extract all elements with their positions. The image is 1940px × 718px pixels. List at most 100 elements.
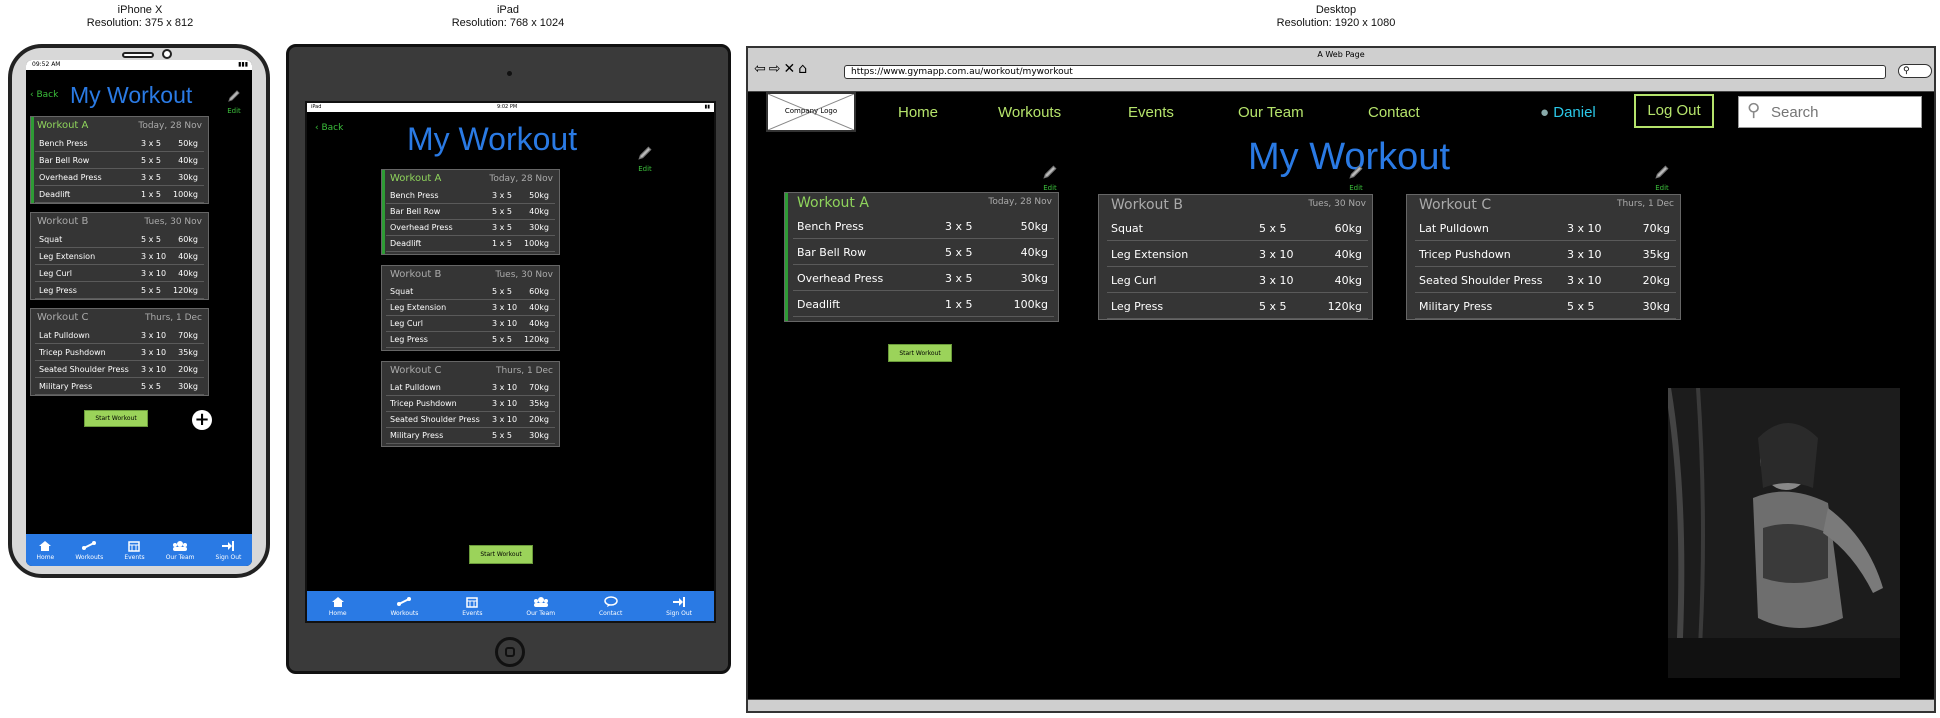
exercise-weight: 70kg <box>529 383 549 392</box>
exercise-name: Bench Press <box>39 138 88 148</box>
status-time: 9:02 PM <box>497 104 518 110</box>
pencil-icon <box>1349 165 1363 179</box>
company-logo[interactable]: Company Logo <box>766 92 856 132</box>
exercise-name: Military Press <box>390 431 444 440</box>
workout-card[interactable]: Workout C Thurs, 1 Dec Lat Pulldown 3 x 10 7… <box>1406 194 1681 320</box>
browser-search-icon[interactable]: ⚲ <box>1898 64 1932 78</box>
tab-team[interactable]: Our Team <box>166 540 194 561</box>
home-button-square <box>505 647 515 657</box>
exercise-row: Tricep Pushdown 3 x 10 35kg <box>386 396 555 412</box>
exercise-row: Military Press 5 x 5 30kg <box>386 428 555 444</box>
exercise-name: Leg Curl <box>1111 273 1157 287</box>
exercise-name: Overhead Press <box>390 223 453 232</box>
exercise-weight: 35kg <box>1642 247 1670 261</box>
exercise-sets: 3 x 5 <box>945 219 973 233</box>
edit-button[interactable]: Edit <box>633 145 657 173</box>
nav-events[interactable]: Events <box>1128 104 1174 121</box>
exercise-sets: 3 x 5 <box>945 271 973 285</box>
sign-out-icon <box>672 596 686 608</box>
exercise-name: Bar Bell Row <box>39 155 90 165</box>
back-link[interactable]: ‹ Back <box>315 123 343 133</box>
workout-card[interactable]: Workout A Today, 28 Nov Bench Press 3 x 5 50… <box>30 116 209 204</box>
workout-card-header: Workout A Today, 28 Nov <box>31 117 208 135</box>
exercise-weight: 40kg <box>529 207 549 216</box>
exercise-sets: 3 x 10 <box>492 383 518 392</box>
user-menu[interactable]: ● Daniel <box>1540 104 1596 121</box>
edit-button[interactable]: Edit <box>1650 164 1674 192</box>
nav-workouts[interactable]: Workouts <box>998 104 1061 121</box>
device-name: iPhone X <box>117 4 163 16</box>
workout-card[interactable]: Workout B Tues, 30 Nov Squat 5 x 5 60kg Leg E… <box>1098 194 1373 320</box>
workout-date: Today, 28 Nov <box>988 197 1052 207</box>
search-field[interactable]: ⚲ <box>1738 96 1922 128</box>
workout-date: Thurs, 1 Dec <box>1616 199 1674 209</box>
tab-label: Contact <box>598 609 623 617</box>
workout-card[interactable]: Workout C Thurs, 1 Dec Lat Pulldown 3 x 10 7… <box>30 308 209 396</box>
close-icon[interactable]: ✕ <box>783 61 798 77</box>
exercise-weight: 35kg <box>529 399 549 408</box>
edit-button[interactable]: Edit <box>1344 164 1368 192</box>
device-name: Desktop <box>1315 4 1357 16</box>
exercise-sets: 5 x 5 <box>1259 221 1287 235</box>
exercise-row: Bar Bell Row 5 x 5 40kg <box>793 239 1054 265</box>
forward-arrow-icon[interactable]: ⇨ <box>769 61 784 77</box>
exercise-weight: 35kg <box>178 347 198 357</box>
exercise-row: Bar Bell Row 5 x 5 40kg <box>386 204 555 220</box>
exercise-name: Squat <box>39 234 63 244</box>
logout-button[interactable]: Log Out <box>1634 94 1714 128</box>
exercise-name: Tricep Pushdown <box>390 399 457 408</box>
tab-events[interactable]: Events <box>124 540 145 561</box>
home-button[interactable] <box>495 637 525 667</box>
tab-events[interactable]: Events <box>462 596 483 617</box>
search-input[interactable] <box>1771 104 1911 121</box>
workout-card[interactable]: Workout C Thurs, 1 Dec Lat Pulldown 3 x 10 7… <box>381 361 560 447</box>
add-workout-button[interactable]: + <box>192 410 212 430</box>
back-arrow-icon[interactable]: ⇦ <box>754 61 769 77</box>
tab-bar: Home Workouts Events Our Team Contact Sign Ou… <box>307 591 714 621</box>
exercise-sets: 5 x 5 <box>141 234 161 244</box>
exercise-sets: 5 x 5 <box>945 245 973 259</box>
tab-home[interactable]: Home <box>329 596 347 617</box>
edit-button[interactable]: Edit <box>222 88 246 115</box>
start-workout-button[interactable]: Start Workout <box>888 344 952 362</box>
exercise-name: Deadlift <box>797 297 841 311</box>
logo-text: Company Logo <box>784 107 838 115</box>
tab-home[interactable]: Home <box>37 540 54 561</box>
exercise-row: Lat Pulldown 3 x 10 70kg <box>386 380 555 396</box>
exercise-name: Squat <box>1111 221 1143 235</box>
nav-our-team[interactable]: Our Team <box>1238 104 1304 121</box>
back-label: Back <box>321 123 344 133</box>
device-resolution: Resolution: 1920 x 1080 <box>1276 17 1396 29</box>
exercise-name: Leg Extension <box>1111 247 1189 261</box>
exercise-weight: 120kg <box>173 285 198 295</box>
tab-signout[interactable]: Sign Out <box>666 596 692 617</box>
workout-card-header: Workout B Tues, 30 Nov <box>382 266 559 284</box>
start-workout-button[interactable]: Start Workout <box>84 410 148 427</box>
tab-signout[interactable]: Sign Out <box>216 540 241 561</box>
exercise-weight: 70kg <box>178 330 198 340</box>
exercise-name: Seated Shoulder Press <box>390 415 480 424</box>
tab-workouts[interactable]: Workouts <box>390 596 418 617</box>
workout-card[interactable]: Workout B Tues, 30 Nov Squat 5 x 5 60kg Leg E… <box>381 265 560 351</box>
exercise-row: Leg Curl 3 x 10 40kg <box>1107 267 1368 293</box>
nav-home[interactable]: Home <box>898 104 938 121</box>
url-bar[interactable]: https://www.gymapp.com.au/workout/mywork… <box>844 65 1886 79</box>
exercise-row: Leg Curl 3 x 10 40kg <box>35 265 204 282</box>
battery-icon: ▮▮▮ <box>238 61 248 68</box>
home-icon[interactable]: ⌂ <box>798 61 810 77</box>
start-workout-button[interactable]: Start Workout <box>469 545 533 564</box>
workout-card[interactable]: Workout A Today, 28 Nov Bench Press 3 x 5 50… <box>381 169 560 255</box>
workout-card[interactable]: Workout A Today, 28 Nov Bench Press 3 x 5 50… <box>784 192 1059 322</box>
phone-device-label: iPhone X Resolution: 375 x 812 <box>40 4 240 30</box>
tab-workouts[interactable]: Workouts <box>75 540 103 561</box>
tab-contact[interactable]: Contact <box>598 595 623 617</box>
tab-team[interactable]: Our Team <box>526 596 555 617</box>
exercise-weight: 60kg <box>529 287 549 296</box>
exercise-row: Leg Press 5 x 5 120kg <box>1107 293 1368 319</box>
nav-contact[interactable]: Contact <box>1368 104 1420 121</box>
edit-button[interactable]: Edit <box>1038 164 1062 192</box>
search-icon: ⚲ <box>1747 100 1761 121</box>
workout-card[interactable]: Workout B Tues, 30 Nov Squat 5 x 5 60kg Leg E… <box>30 212 209 300</box>
back-link[interactable]: ‹ Back <box>30 90 58 100</box>
browser-nav-buttons: ⇦⇨✕⌂ <box>754 61 810 77</box>
